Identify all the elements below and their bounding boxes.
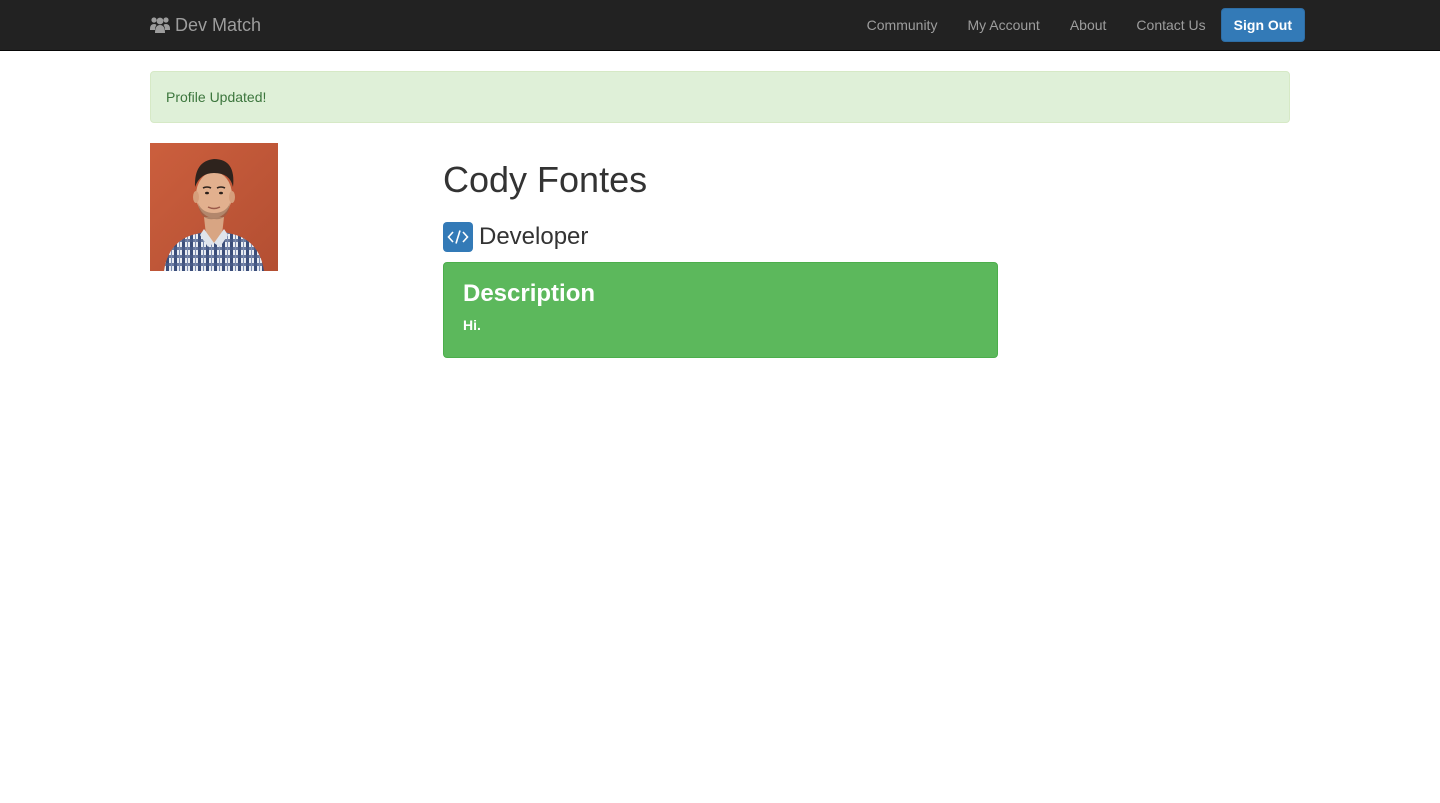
nav-link-about[interactable]: About (1055, 0, 1122, 50)
nav-link-contact-us[interactable]: Contact Us (1121, 0, 1220, 50)
nav-link-community[interactable]: Community (852, 0, 953, 50)
description-panel: Description Hi. (443, 262, 998, 358)
sign-out-button[interactable]: Sign Out (1220, 8, 1305, 42)
code-icon (443, 222, 473, 252)
profile-name: Cody Fontes (443, 159, 648, 200)
navbar: Dev Match Community My Account About Con… (0, 0, 1440, 51)
alert-message: Profile Updated! (166, 89, 267, 105)
users-icon (150, 17, 170, 33)
avatar (150, 143, 278, 271)
avatar-photo (150, 143, 278, 271)
role-label: Developer (479, 223, 589, 250)
nav-link-my-account[interactable]: My Account (952, 0, 1054, 50)
profile-role: Developer (443, 222, 588, 252)
brand-name: Dev Match (175, 14, 262, 35)
description-title: Description (463, 280, 596, 307)
brand-link[interactable]: Dev Match (150, 0, 261, 50)
success-alert: Profile Updated! (150, 71, 1290, 123)
description-text: Hi. (463, 317, 481, 334)
nav-links: Community My Account About Contact Us Si… (852, 0, 1305, 50)
